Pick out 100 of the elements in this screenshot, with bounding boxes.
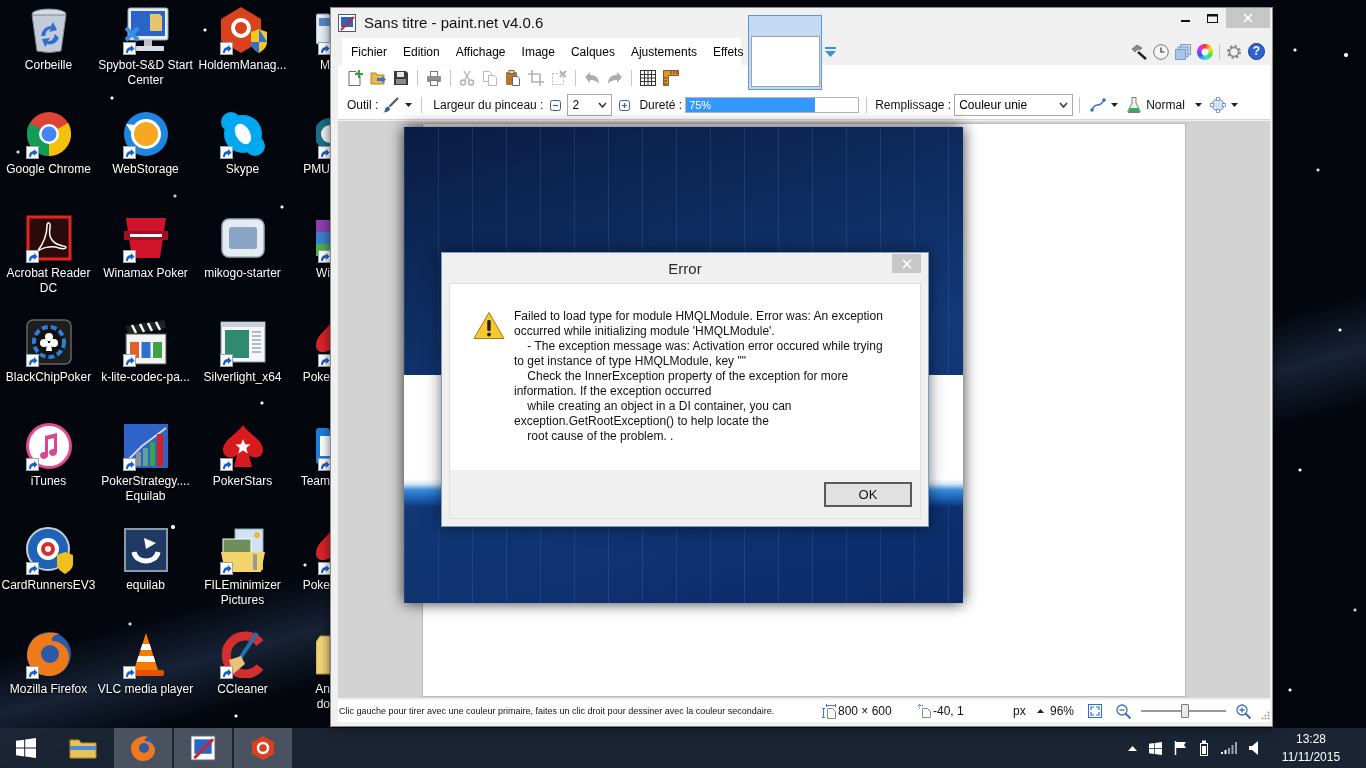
chevron-down-icon (1059, 102, 1069, 108)
grid-icon[interactable] (640, 70, 656, 86)
menu-item[interactable]: Affichage (447, 43, 514, 60)
frame-corners-icon[interactable] (1088, 704, 1102, 718)
taskbar-button[interactable] (174, 728, 232, 768)
desktop-item[interactable]: Poke (291, 522, 330, 593)
plus-icon[interactable] (619, 99, 631, 111)
slider-thumb[interactable] (1181, 704, 1189, 718)
minimize-icon[interactable] (1180, 20, 1190, 22)
brush-width-select[interactable]: 2 (567, 94, 613, 116)
desktop-item[interactable]: M (291, 2, 330, 73)
clock-button[interactable]: 13:28 11/11/2015 (1276, 728, 1346, 768)
bubble-icon (218, 110, 267, 158)
menu-item[interactable]: Edition (395, 43, 448, 60)
caret-icon[interactable] (1230, 103, 1238, 107)
menu-item[interactable]: Image (513, 43, 563, 60)
taskbar-button[interactable] (234, 728, 292, 768)
paintbrush-icon[interactable] (383, 97, 400, 113)
close-icon (1243, 13, 1253, 23)
desktop-item[interactable]: iTunes (0, 418, 97, 489)
bar-chart-icon (121, 422, 170, 470)
desktop-item[interactable]: Wi (291, 210, 330, 281)
window-panes-icon[interactable] (16, 738, 36, 758)
image-tab[interactable] (748, 15, 822, 90)
desktop-item[interactable]: FILEminimizer Pictures (194, 522, 291, 608)
desktop-item[interactable]: PMU (291, 106, 330, 177)
picture-brush-icon (338, 14, 356, 32)
chip-tile-icon (24, 318, 73, 366)
signal-bars-icon[interactable] (1221, 742, 1237, 754)
menu-item[interactable]: Calques (562, 43, 623, 60)
maximize-icon[interactable] (1206, 13, 1218, 23)
menu-item[interactable]: Effets (704, 43, 752, 60)
open-folder-icon[interactable] (370, 70, 386, 86)
desktop-item[interactable]: PokerStrategy.... Equilab (97, 418, 194, 504)
hexagon-icon (250, 735, 276, 761)
desktop-item[interactable]: VLC media player (97, 626, 194, 697)
minus-icon[interactable] (550, 99, 562, 111)
desktop-item[interactable]: Google Chrome (0, 106, 97, 177)
desktop-item[interactable]: equilab (97, 522, 194, 593)
desktop-item[interactable]: BlackChipPoker (0, 314, 97, 385)
hexagon-shield-icon (218, 6, 267, 54)
flask-icon[interactable] (1127, 97, 1142, 113)
units-select[interactable]: px (1013, 703, 1026, 719)
desktop-item[interactable]: Winamax Poker (97, 210, 194, 281)
desktop-item[interactable]: CCleaner (194, 626, 291, 697)
desktop-item[interactable]: WebStorage (97, 106, 194, 177)
caret-up-icon[interactable] (1128, 745, 1137, 751)
desktop-item[interactable]: Skype (194, 106, 291, 177)
zoom-out-icon[interactable] (1116, 703, 1131, 719)
zoom-in-icon[interactable] (1236, 703, 1251, 719)
desktop-item[interactable]: Silverlight_x64 (194, 314, 291, 385)
menu-item[interactable]: Ajustements (622, 43, 705, 60)
curve-icon[interactable] (1090, 98, 1107, 112)
desktop-item[interactable]: Spybot-S&D Start Center (97, 2, 194, 88)
caret-icon[interactable] (1194, 103, 1202, 107)
menu-item[interactable]: Fichier (343, 43, 395, 60)
fill-label: Remplissage : (875, 97, 952, 113)
blend-mode-value[interactable]: Normal (1146, 97, 1185, 113)
save-icon[interactable] (393, 70, 409, 86)
hammer-icon[interactable] (1131, 43, 1147, 60)
status-hint: Clic gauche pour tirer avec une couleur primaire, faites un clic droit pour dessiner avec la couleur secondaire. (339, 705, 775, 717)
color-wheel-icon[interactable] (1197, 43, 1213, 60)
settings-icon[interactable] (1226, 43, 1242, 60)
desktop-item[interactable]: Corbeille (0, 2, 97, 73)
desktop-item[interactable]: Mozilla Firefox (0, 626, 97, 697)
speaker-icon[interactable] (1249, 741, 1258, 755)
page-arrows-icon (822, 703, 837, 719)
caret-icon[interactable] (405, 103, 413, 107)
desktop-item[interactable]: PokerStars (194, 418, 291, 489)
flag-icon[interactable] (1174, 741, 1187, 755)
desktop-item[interactable]: mikogo-starter (194, 210, 291, 281)
desktop-item[interactable]: Team (291, 418, 330, 489)
desktop-item[interactable]: An do (291, 626, 330, 712)
zoom-value[interactable]: 96% (1050, 703, 1075, 719)
new-file-icon[interactable] (347, 70, 363, 86)
resize-grip-icon (1261, 711, 1270, 720)
warning-icon (473, 311, 505, 340)
clock-icon[interactable] (1153, 43, 1169, 60)
window-title: Sans titre - paint.net v4.0.6 (364, 14, 544, 32)
caret-up-icon[interactable] (1037, 709, 1044, 713)
ok-button[interactable]: OK (824, 482, 912, 507)
paste-icon[interactable] (505, 70, 521, 86)
window-panes-icon[interactable] (1149, 741, 1162, 755)
desktop-item[interactable]: CardRunnersEV3 (0, 522, 97, 593)
help-button[interactable]: ? (1248, 43, 1265, 60)
caret-icon[interactable] (1111, 103, 1119, 107)
battery-icon[interactable] (1199, 740, 1209, 756)
desktop-item[interactable]: Poke (291, 314, 330, 385)
desktop-item[interactable]: k-lite-codec-pa... (97, 314, 194, 385)
dialog-title: Error (667, 260, 703, 278)
desktop-item[interactable]: Acrobat Reader DC (0, 210, 97, 296)
music-note-icon (24, 422, 73, 470)
ruler-icon[interactable] (663, 70, 679, 86)
print-icon[interactable] (426, 70, 442, 86)
desktop-item[interactable]: HoldemManag... (194, 2, 291, 73)
globe-icon (130, 735, 156, 761)
dropdown-arrow-icon[interactable] (825, 46, 836, 57)
close-icon (901, 258, 912, 269)
hardness-label: Dureté : (639, 97, 683, 113)
fill-select[interactable]: Couleur unie (954, 94, 1074, 116)
